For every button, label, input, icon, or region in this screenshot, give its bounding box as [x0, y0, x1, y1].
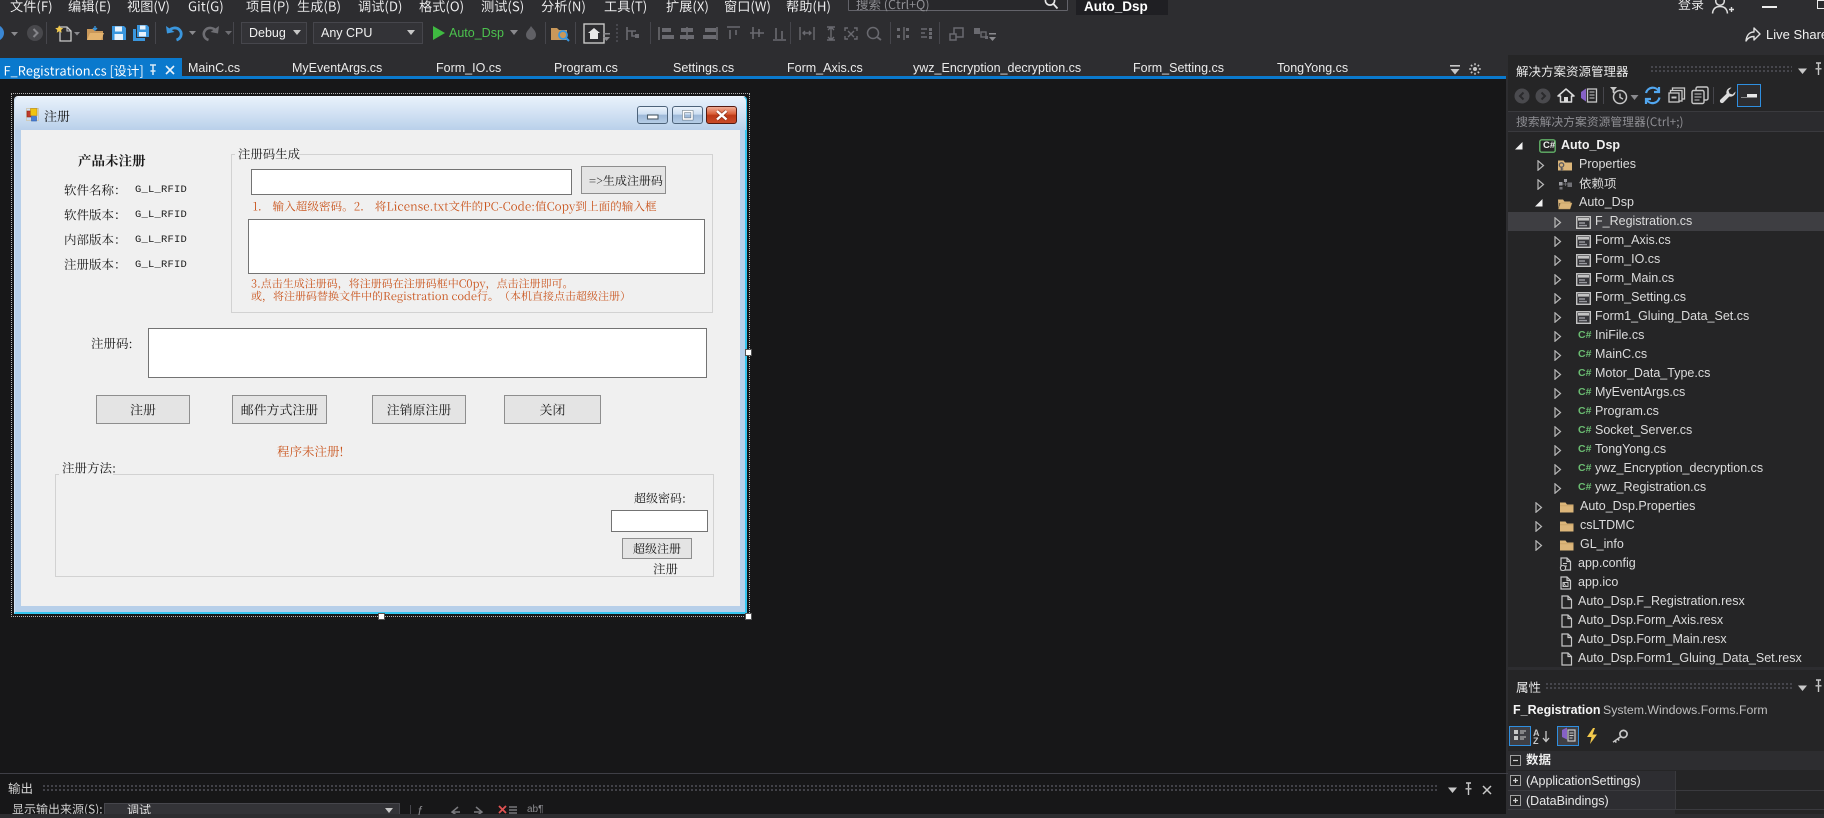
svg-text:Z: Z [1533, 736, 1539, 745]
